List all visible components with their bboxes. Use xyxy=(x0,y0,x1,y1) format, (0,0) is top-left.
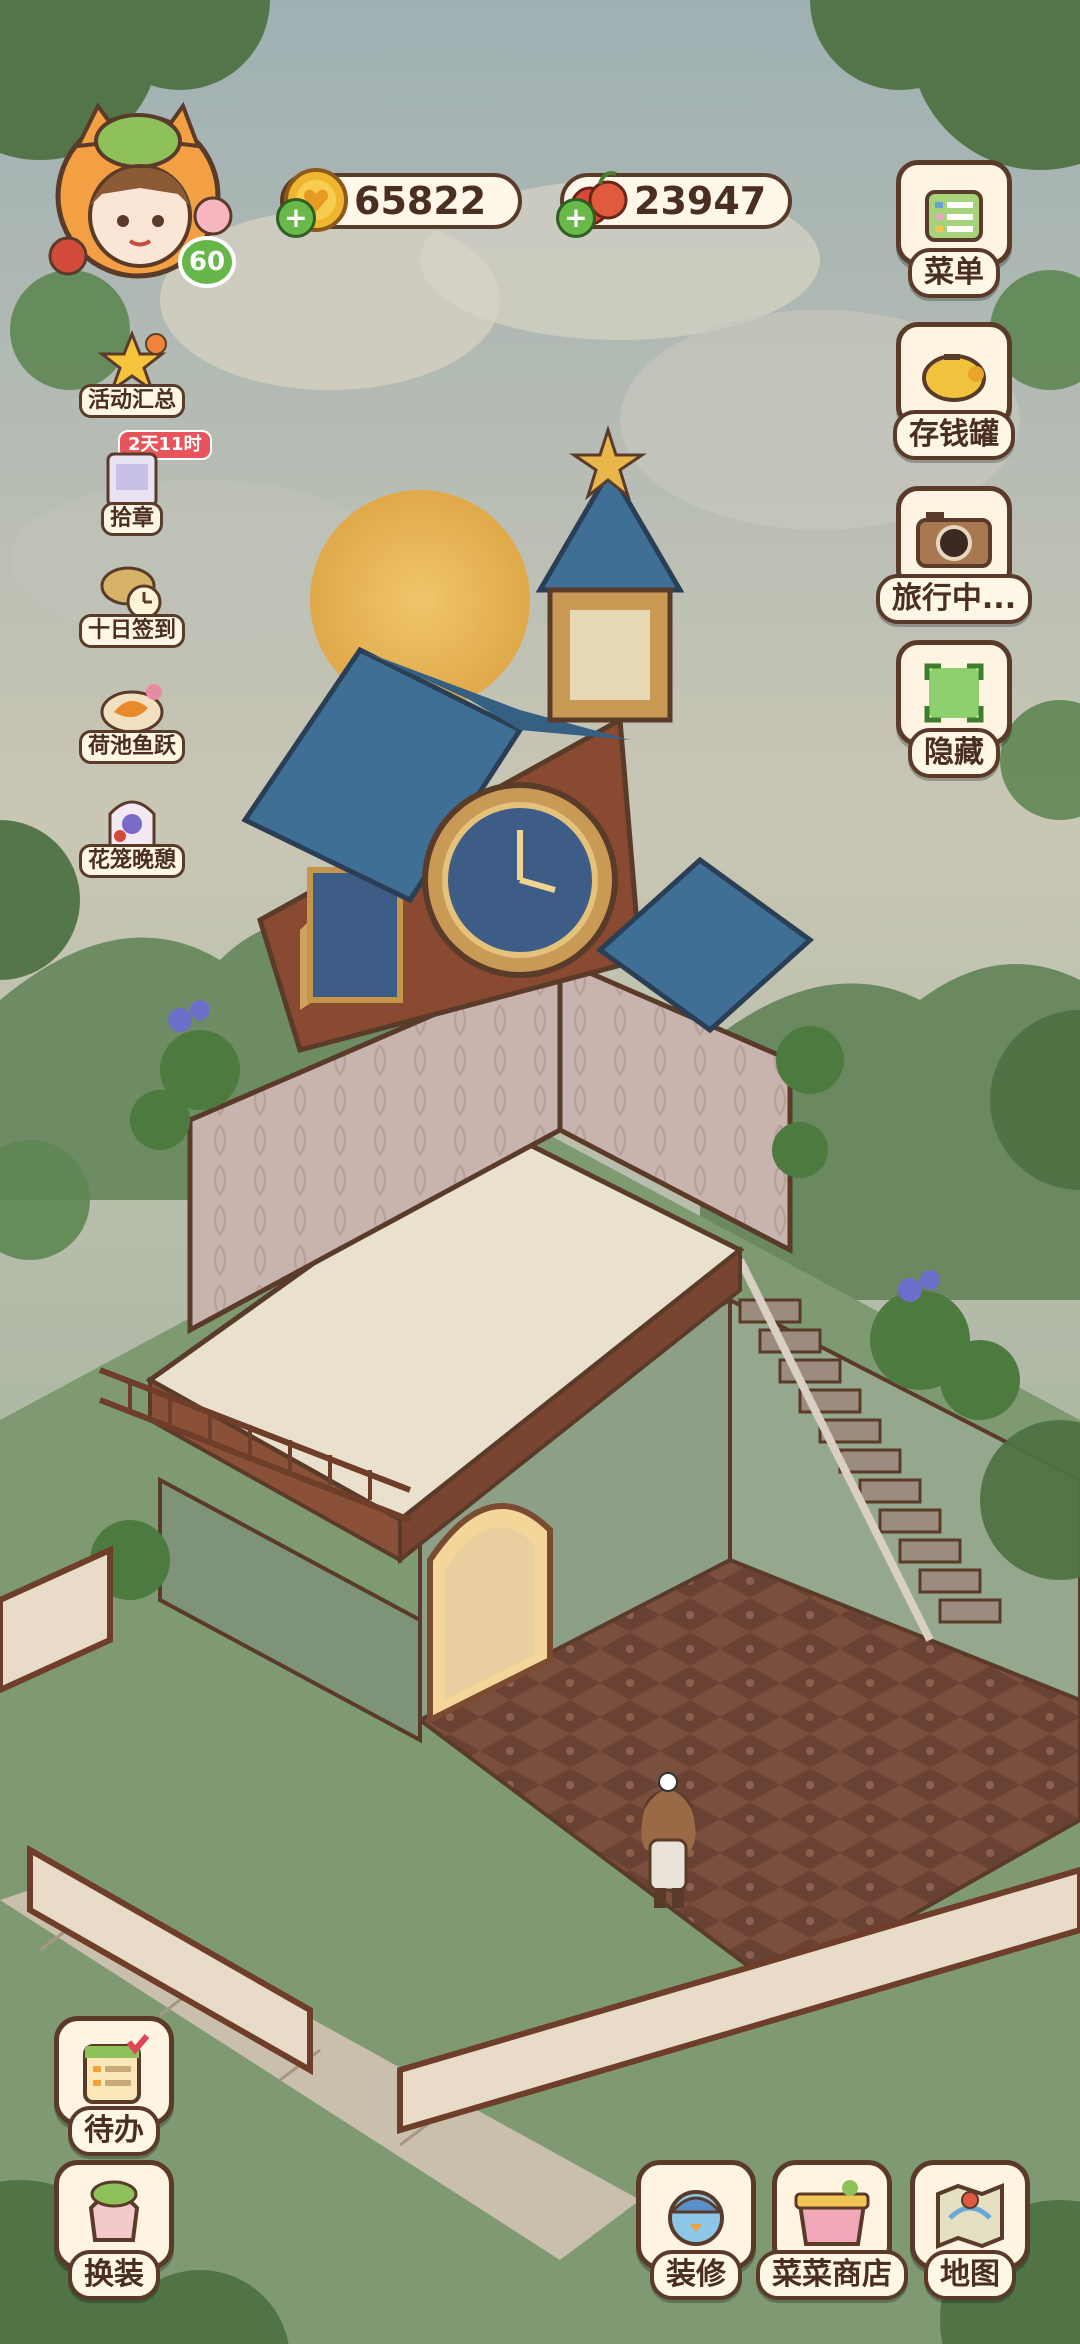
left-label: 十日签到 xyxy=(79,614,186,648)
shop-button[interactable]: 菜菜商店 xyxy=(756,2160,908,2300)
menu-label: 菜单 xyxy=(908,248,1000,298)
decorate-button[interactable]: 装修 xyxy=(636,2160,756,2300)
dress-up-button[interactable]: 换装 xyxy=(54,2160,174,2300)
travel-button[interactable]: 旅行中... xyxy=(875,486,1033,624)
gold-currency[interactable]: 65822 + xyxy=(276,168,522,238)
hide-label: 隐藏 xyxy=(908,728,1000,778)
left-item-lotus-pond[interactable]: 荷池鱼跃 xyxy=(79,676,186,764)
add-fruit-button[interactable]: + xyxy=(556,198,596,238)
left-label: 花笼晚憩 xyxy=(79,844,186,878)
todo-list-icon xyxy=(83,2034,150,2104)
left-item-checkin[interactable]: 十日签到 xyxy=(79,560,186,648)
dress-up-icon xyxy=(88,2180,140,2242)
todo-button[interactable]: 待办 xyxy=(54,2016,174,2156)
camera-travel-icon xyxy=(916,512,992,568)
fruit-currency[interactable]: 23947 + xyxy=(556,170,792,238)
left-label: 拾章 xyxy=(100,502,163,536)
left-item-flower-cage[interactable]: 花笼晚憩 xyxy=(79,790,186,878)
shop-label: 菜菜商店 xyxy=(756,2250,908,2300)
hide-icon xyxy=(924,663,984,723)
left-label: 活动汇总 xyxy=(79,384,186,418)
piggy-bank-button[interactable]: 存钱罐 xyxy=(893,322,1015,460)
dress-up-label: 换装 xyxy=(68,2250,160,2300)
piggy-bank-label: 存钱罐 xyxy=(893,410,1015,460)
decorate-label: 装修 xyxy=(650,2250,742,2300)
hide-button[interactable]: 隐藏 xyxy=(894,640,1014,778)
left-item-event-summary[interactable]: 活动汇总 xyxy=(79,330,186,418)
left-item-stamp[interactable]: 拾章 xyxy=(82,448,182,536)
decorate-icon xyxy=(668,2190,724,2246)
piggy-bank-icon xyxy=(922,354,986,402)
add-gold-button[interactable]: + xyxy=(276,198,316,238)
map-icon xyxy=(936,2183,1004,2249)
player-level-badge: 60 xyxy=(178,236,236,288)
shop-icon xyxy=(794,2180,870,2246)
menu-icon xyxy=(925,190,983,242)
travel-label: 旅行中... xyxy=(875,574,1033,624)
todo-label: 待办 xyxy=(68,2106,160,2156)
left-label: 荷池鱼跃 xyxy=(79,730,186,764)
map-button[interactable]: 地图 xyxy=(910,2160,1030,2300)
map-label: 地图 xyxy=(924,2250,1016,2300)
menu-button[interactable]: 菜单 xyxy=(894,160,1014,298)
